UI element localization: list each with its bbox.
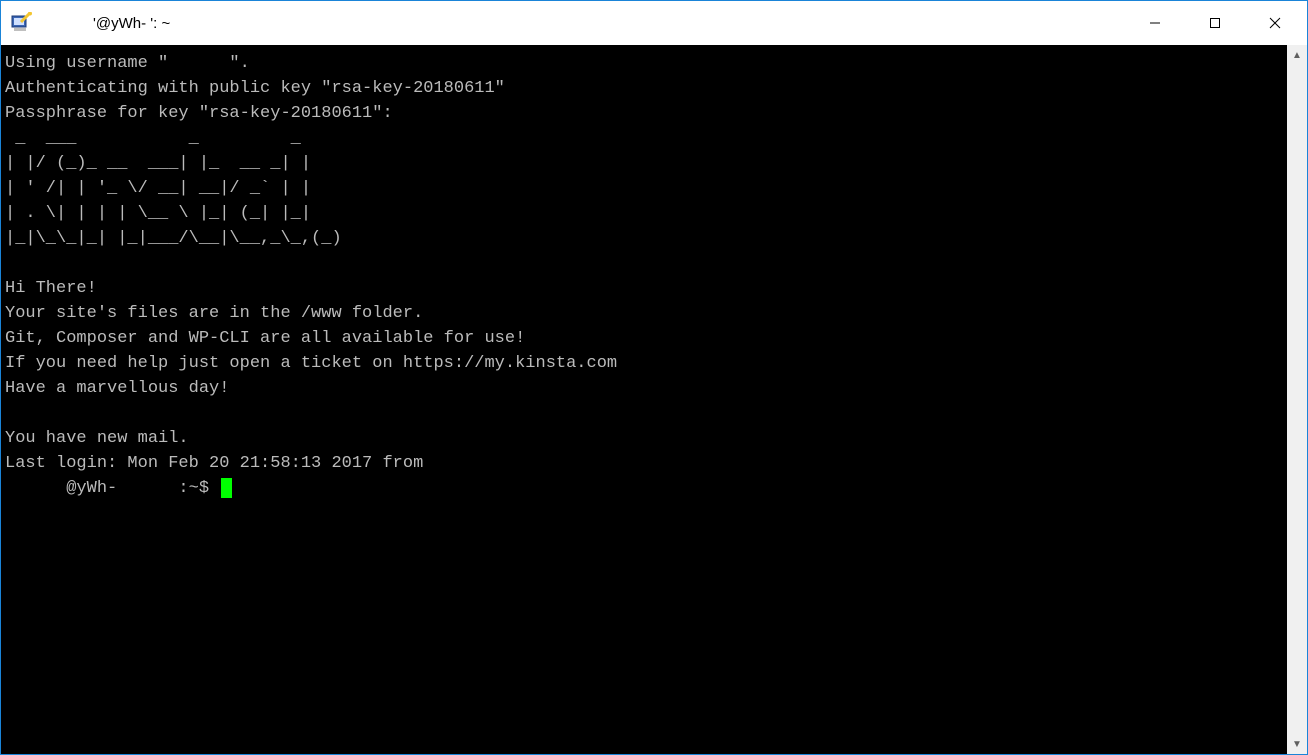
window-controls	[1125, 1, 1305, 45]
client-area: Using username " ". Authenticating with …	[1, 45, 1307, 754]
title-bar: '@yWh- ': ~	[1, 1, 1307, 45]
scroll-down-arrow-icon[interactable]: ▼	[1287, 734, 1307, 754]
minimize-button[interactable]	[1125, 1, 1185, 45]
maximize-button[interactable]	[1185, 1, 1245, 45]
cursor	[221, 478, 232, 498]
vertical-scrollbar[interactable]: ▲ ▼	[1287, 45, 1307, 754]
shell-prompt[interactable]: @yWh- :~$	[5, 479, 219, 498]
terminal-output[interactable]: Using username " ". Authenticating with …	[1, 45, 1287, 754]
close-button[interactable]	[1245, 1, 1305, 45]
scroll-track[interactable]	[1287, 65, 1307, 734]
window-title: '@yWh- ': ~	[93, 15, 1125, 32]
putty-icon	[11, 12, 33, 34]
scroll-up-arrow-icon[interactable]: ▲	[1287, 45, 1307, 65]
